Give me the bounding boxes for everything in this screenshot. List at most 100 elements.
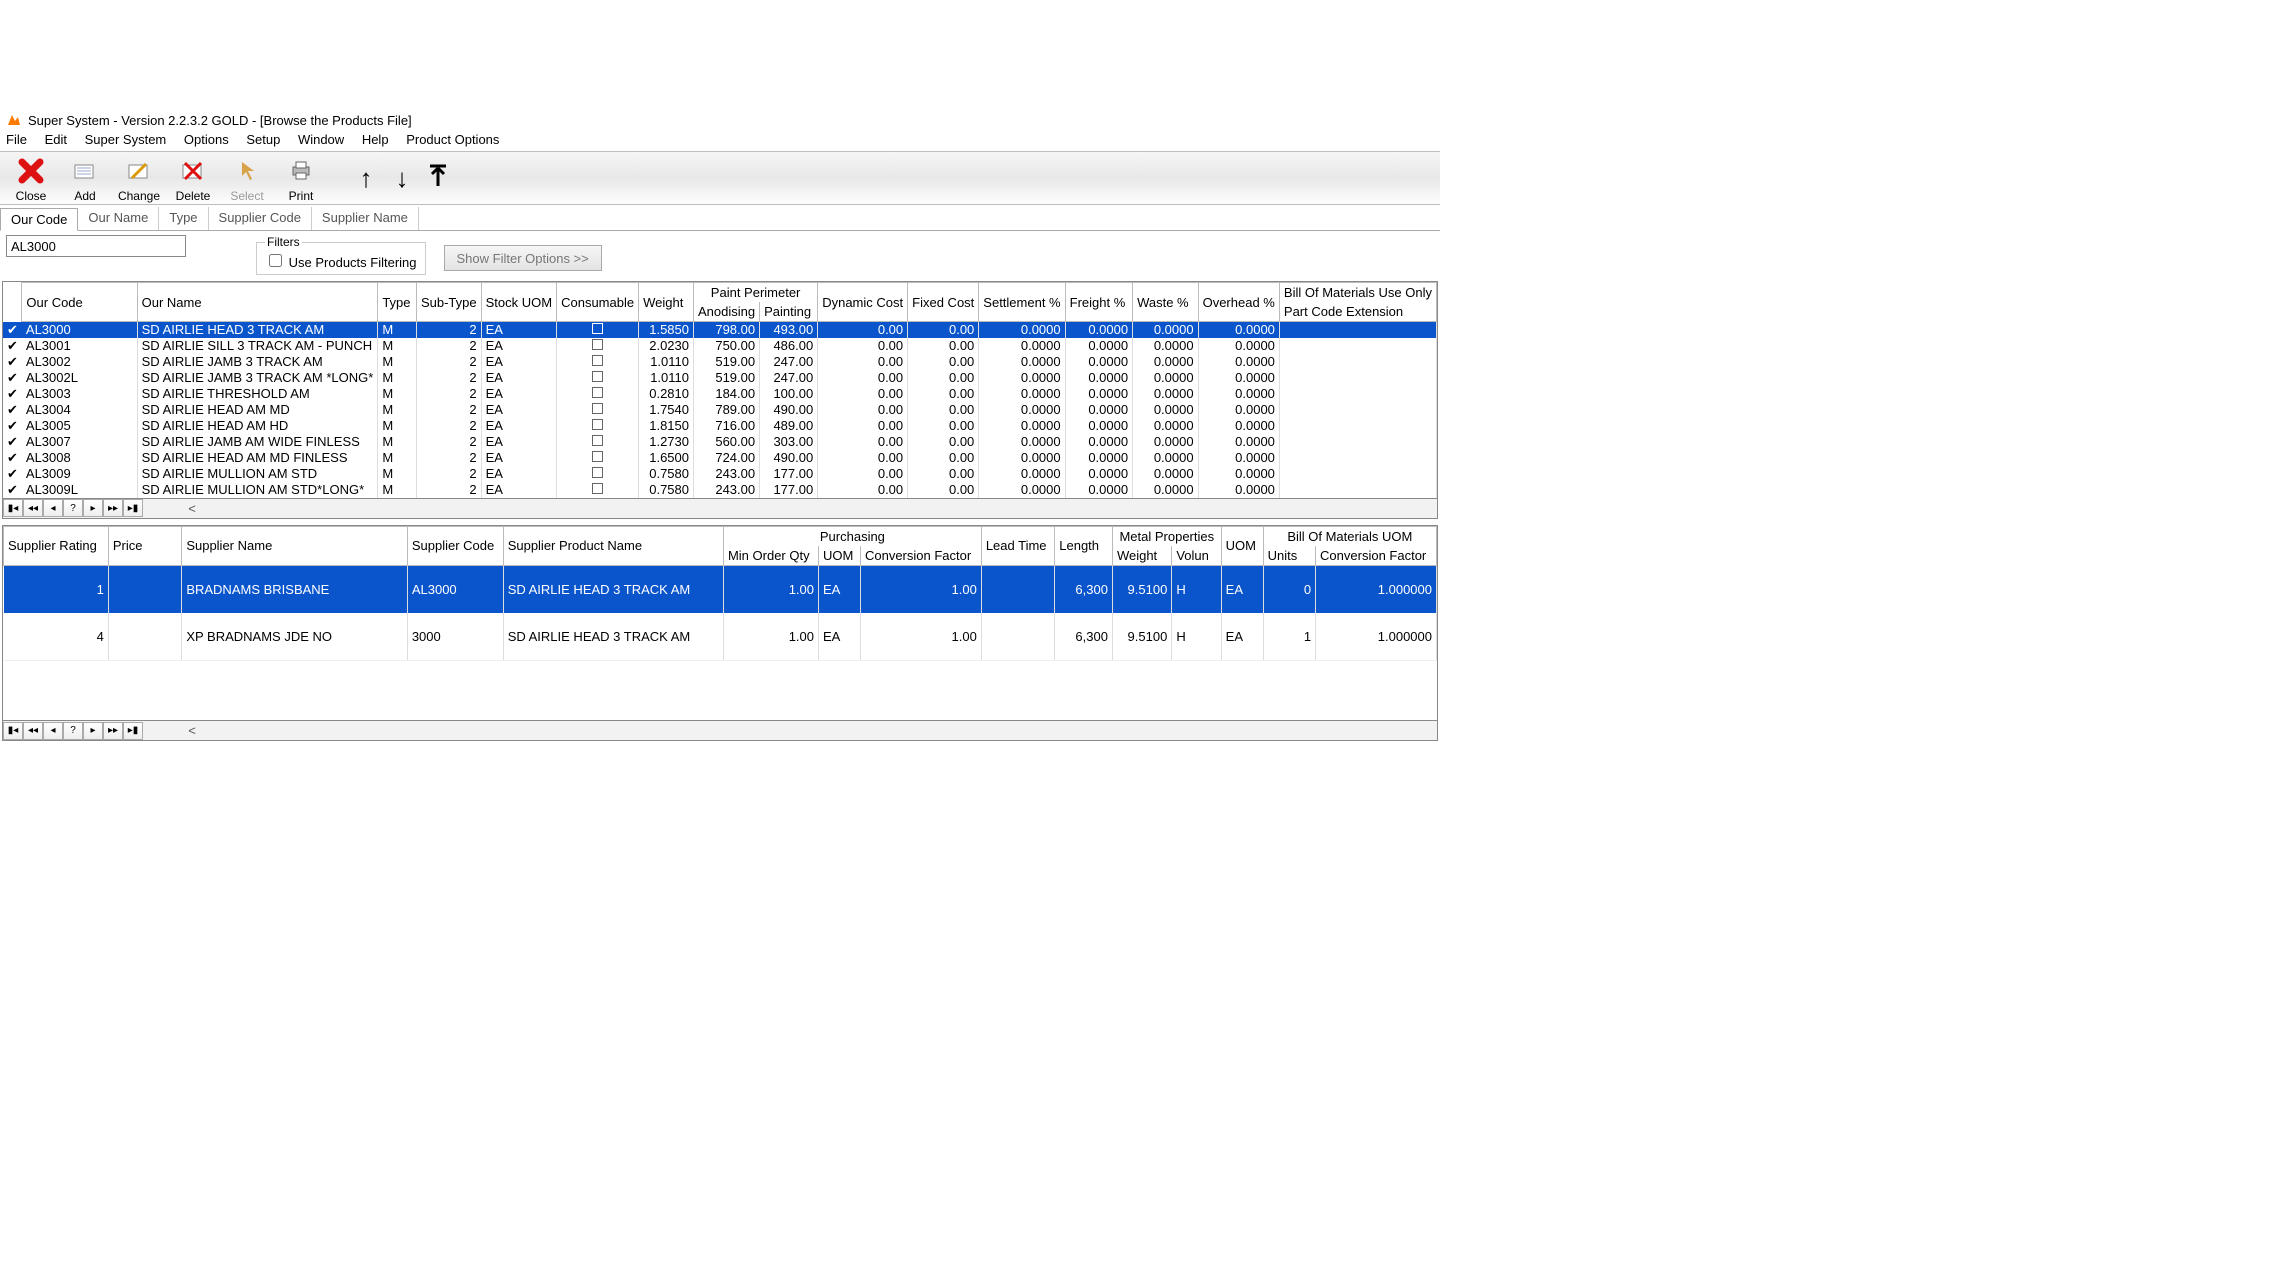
col-type[interactable]: Type (378, 283, 417, 322)
col-paint-perimeter[interactable]: Paint Perimeter (694, 283, 818, 303)
table-row[interactable]: ✔AL3003SD AIRLIE THRESHOLD AMM2EA0.28101… (3, 386, 1437, 402)
table-row[interactable]: ✔AL3002SD AIRLIE JAMB 3 TRACK AMM2EA1.01… (3, 354, 1437, 370)
cell-consumable[interactable] (557, 466, 639, 482)
table-row[interactable]: ✔AL3004SD AIRLIE HEAD AM MDM2EA1.7540789… (3, 402, 1437, 418)
nav-first[interactable]: ▮◂ (3, 499, 23, 517)
menu-super-system[interactable]: Super System (85, 132, 167, 147)
print-button[interactable]: Print (274, 154, 328, 203)
nav-next[interactable]: ▸ (83, 499, 103, 517)
arrow-top-button[interactable] (420, 162, 456, 195)
table-row[interactable]: ✔AL3005SD AIRLIE HEAD AM HDM2EA1.8150716… (3, 418, 1437, 434)
tab-supplier-name[interactable]: Supplier Name (312, 207, 419, 230)
col-sub-type[interactable]: Sub-Type (416, 283, 481, 322)
scol-code[interactable]: Supplier Code (407, 526, 503, 565)
col-weight[interactable]: Weight (639, 283, 694, 322)
col-waste[interactable]: Waste % (1133, 283, 1199, 322)
col-freight[interactable]: Freight % (1065, 283, 1132, 322)
scol-buom[interactable]: UOM (1221, 526, 1263, 565)
menu-edit[interactable]: Edit (45, 132, 67, 147)
scol-conv[interactable]: Conversion Factor (860, 546, 981, 566)
menu-setup[interactable]: Setup (246, 132, 280, 147)
col-our-name[interactable]: Our Name (137, 283, 378, 322)
col-dynamic-cost[interactable]: Dynamic Cost (818, 283, 908, 322)
snav-next[interactable]: ▸ (83, 722, 103, 740)
scol-uom[interactable]: UOM (819, 546, 861, 566)
menu-file[interactable]: File (6, 132, 27, 147)
use-filtering-checkbox[interactable] (269, 254, 282, 267)
table-row[interactable]: ✔AL3000SD AIRLIE HEAD 3 TRACK AMM2EA1.58… (3, 322, 1437, 338)
scol-metal[interactable]: Metal Properties (1112, 526, 1221, 546)
table-row[interactable]: ✔AL3001SD AIRLIE SILL 3 TRACK AM - PUNCH… (3, 338, 1437, 354)
change-button[interactable]: Change (112, 154, 166, 203)
cell-consumable[interactable] (557, 450, 639, 466)
cell-consumable[interactable] (557, 418, 639, 434)
scol-volun[interactable]: Volun (1172, 546, 1221, 566)
cell-consumable[interactable] (557, 482, 639, 498)
show-filter-options-button[interactable]: Show Filter Options >> (444, 245, 602, 271)
cell-consumable[interactable] (557, 434, 639, 450)
col-anodising[interactable]: Anodising (694, 302, 760, 322)
snav-fastfw[interactable]: ▸▸ (103, 722, 123, 740)
scol-bom[interactable]: Bill Of Materials UOM (1263, 526, 1436, 546)
scol-rating[interactable]: Supplier Rating (4, 526, 109, 565)
table-row[interactable]: 1BRADNAMS BRISBANEAL3000SD AIRLIE HEAD 3… (4, 565, 1437, 613)
scol-units[interactable]: Units (1263, 546, 1315, 566)
scol-weight[interactable]: Weight (1112, 546, 1171, 566)
tab-our-name[interactable]: Our Name (78, 207, 159, 230)
nav-last[interactable]: ▸▮ (123, 499, 143, 517)
cell-consumable[interactable] (557, 386, 639, 402)
cell-consumable[interactable] (557, 338, 639, 354)
nav-prev[interactable]: ◂ (43, 499, 63, 517)
hscroll-left[interactable]: < (183, 501, 201, 516)
nav-fastbk[interactable]: ◂◂ (23, 499, 43, 517)
scol-lead[interactable]: Lead Time (981, 526, 1054, 565)
snav-query[interactable]: ? (63, 722, 83, 740)
col-bom-group[interactable]: Bill Of Materials Use Only (1279, 283, 1436, 303)
col-fixed-cost[interactable]: Fixed Cost (908, 283, 979, 322)
scol-pname[interactable]: Supplier Product Name (503, 526, 723, 565)
col-our-code[interactable]: Our Code (22, 283, 137, 322)
add-button[interactable]: Add (58, 154, 112, 203)
select-button[interactable]: Select (220, 154, 274, 203)
menu-help[interactable]: Help (362, 132, 389, 147)
tab-our-code[interactable]: Our Code (0, 208, 78, 231)
scol-price[interactable]: Price (108, 526, 181, 565)
table-row[interactable]: ✔AL3009SD AIRLIE MULLION AM STDM2EA0.758… (3, 466, 1437, 482)
scol-minqty[interactable]: Min Order Qty (723, 546, 818, 566)
code-search-input[interactable] (6, 235, 186, 257)
menu-product-options[interactable]: Product Options (406, 132, 499, 147)
col-part-ext[interactable]: Part Code Extension (1279, 302, 1436, 322)
cell-consumable[interactable] (557, 402, 639, 418)
nav-fastfw[interactable]: ▸▸ (103, 499, 123, 517)
col-settlement[interactable]: Settlement % (979, 283, 1065, 322)
arrow-down-button[interactable]: ↓ (384, 163, 420, 194)
scol-bconv[interactable]: Conversion Factor (1316, 546, 1437, 566)
snav-first[interactable]: ▮◂ (3, 722, 23, 740)
shscroll-left[interactable]: < (183, 723, 201, 738)
nav-query[interactable]: ? (63, 499, 83, 517)
snav-last[interactable]: ▸▮ (123, 722, 143, 740)
delete-button[interactable]: Delete (166, 154, 220, 203)
snav-fastbk[interactable]: ◂◂ (23, 722, 43, 740)
cell-consumable[interactable] (557, 354, 639, 370)
table-row[interactable]: ✔AL3002LSD AIRLIE JAMB 3 TRACK AM *LONG*… (3, 370, 1437, 386)
close-button[interactable]: Close (4, 154, 58, 203)
col-stock-uom[interactable]: Stock UOM (481, 283, 556, 322)
scol-length[interactable]: Length (1055, 526, 1113, 565)
arrow-up-button[interactable]: ↑ (348, 163, 384, 194)
tab-supplier-code[interactable]: Supplier Code (209, 207, 312, 230)
menu-options[interactable]: Options (184, 132, 229, 147)
tab-type[interactable]: Type (159, 207, 208, 230)
table-row[interactable]: 4XP BRADNAMS JDE NO3000SD AIRLIE HEAD 3 … (4, 613, 1437, 661)
table-row[interactable]: ✔AL3007SD AIRLIE JAMB AM WIDE FINLESSM2E… (3, 434, 1437, 450)
cell-consumable[interactable] (557, 370, 639, 386)
scol-purchasing[interactable]: Purchasing (723, 526, 981, 546)
use-filtering-label[interactable]: Use Products Filtering (265, 255, 417, 270)
menu-window[interactable]: Window (298, 132, 344, 147)
table-row[interactable]: ✔AL3008SD AIRLIE HEAD AM MD FINLESSM2EA1… (3, 450, 1437, 466)
table-row[interactable]: ✔AL3009LSD AIRLIE MULLION AM STD*LONG*M2… (3, 482, 1437, 498)
col-consumable[interactable]: Consumable (557, 283, 639, 322)
col-painting[interactable]: Painting (760, 302, 818, 322)
cell-consumable[interactable] (557, 322, 639, 338)
col-overhead[interactable]: Overhead % (1198, 283, 1279, 322)
